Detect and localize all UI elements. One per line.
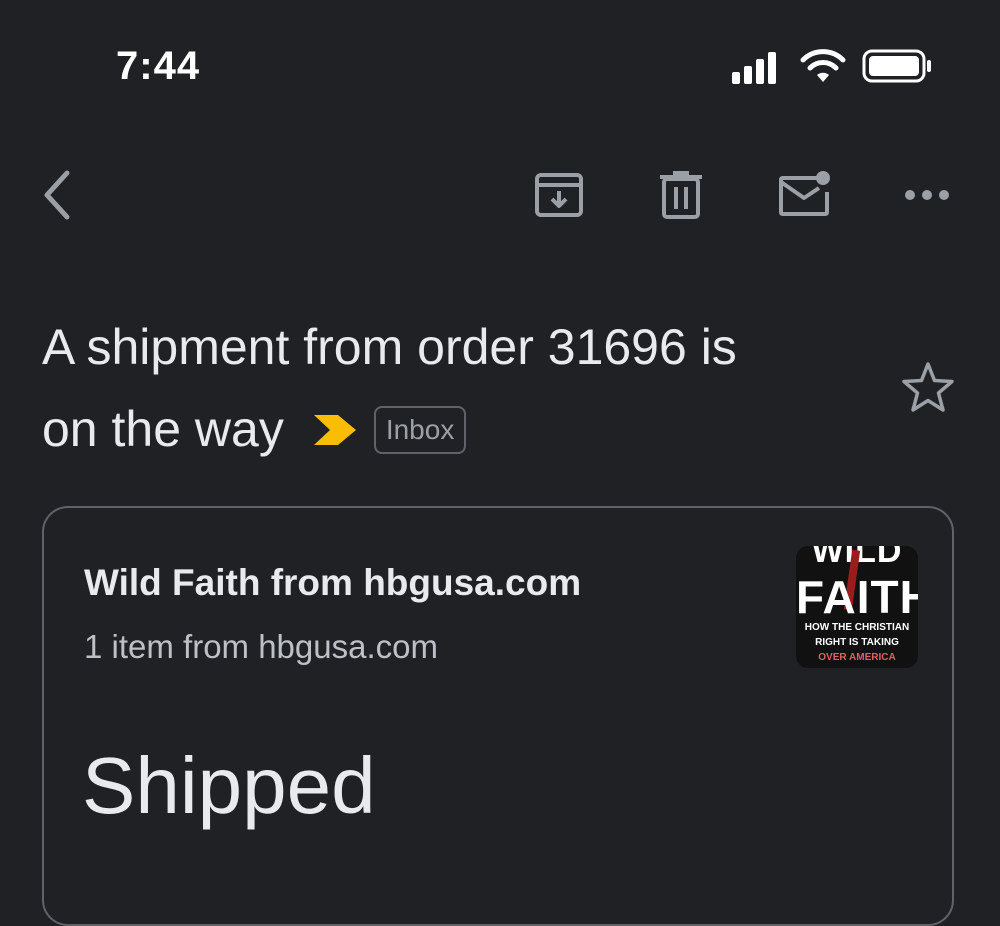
- subject-line-2-row: on the way Inbox: [42, 388, 862, 470]
- trash-icon: [660, 171, 702, 219]
- email-subject: A shipment from order 31696 is on the wa…: [42, 306, 862, 470]
- book-cover-subtitle-line2: RIGHT IS TAKING: [815, 637, 899, 648]
- mail-unread-icon: [779, 171, 830, 216]
- star-icon: [902, 362, 954, 412]
- inbox-label-chip[interactable]: Inbox: [373, 405, 467, 454]
- star-button[interactable]: [896, 356, 960, 420]
- chevron-left-icon: [44, 170, 70, 220]
- archive-icon: [535, 173, 583, 217]
- status-bar: 7:44: [0, 0, 1000, 130]
- order-card-title: Wild Faith from hbgusa.com: [84, 562, 582, 603]
- wifi-icon: [800, 49, 846, 82]
- battery-icon: [862, 49, 931, 83]
- mark-unread-button[interactable]: [770, 160, 840, 230]
- more-horizontal-icon: [905, 190, 949, 200]
- book-cover-title-main: FAITH: [796, 571, 918, 623]
- subject-line-1: A shipment from order 31696 is: [42, 319, 737, 375]
- subject-line-2: on the way: [42, 401, 284, 457]
- cellular-signal-icon: [732, 52, 776, 84]
- back-button[interactable]: [22, 160, 92, 230]
- book-cover-subtitle-line1: HOW THE CHRISTIAN: [804, 622, 910, 633]
- archive-button[interactable]: [524, 160, 594, 230]
- order-card-subtitle: 1 item from hbgusa.com: [84, 628, 438, 665]
- importance-marker-icon[interactable]: [312, 413, 358, 447]
- email-toolbar: [0, 150, 1000, 240]
- more-options-button[interactable]: [892, 160, 962, 230]
- order-summary-card[interactable]: Wild Faith from hbgusa.com 1 item from h…: [42, 506, 954, 926]
- status-time: 7:44: [116, 44, 201, 88]
- delete-button[interactable]: [646, 160, 716, 230]
- book-cover-image: WILD FAITH HOW THE CHRISTIAN RIGHT IS TA…: [796, 546, 918, 668]
- book-cover-subtitle-line3: OVER AMERICA: [818, 652, 896, 663]
- order-status: Shipped: [82, 741, 376, 830]
